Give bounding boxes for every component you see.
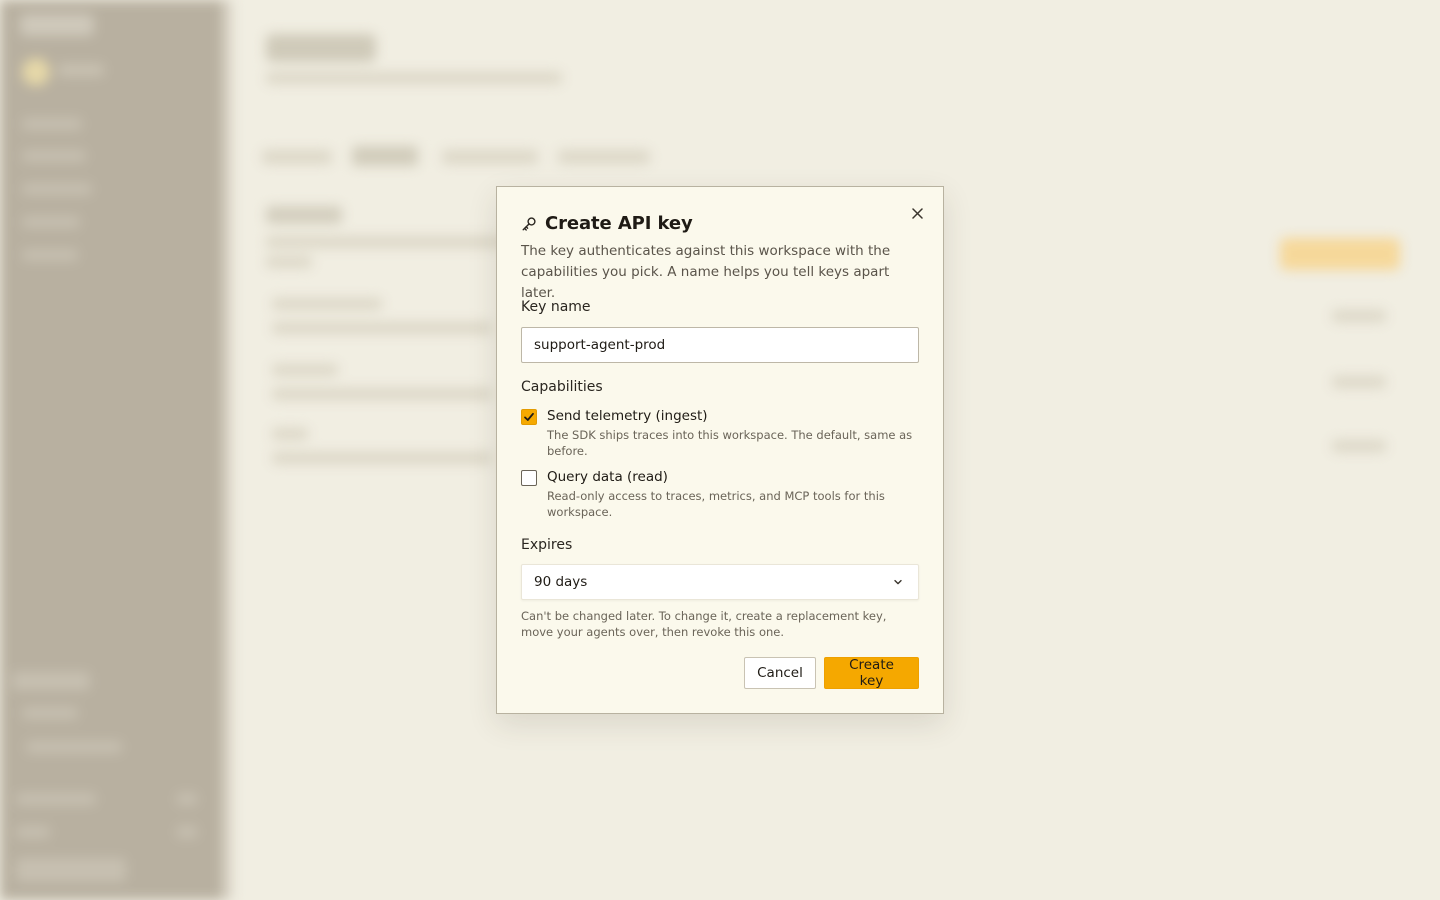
key-name-label: Key name [521, 299, 591, 315]
primary-action-placeholder [1280, 238, 1400, 270]
create-api-key-dialog: Create API key The key authenticates aga… [496, 186, 944, 714]
dialog-description: The key authenticates against this works… [521, 243, 891, 301]
page-subtitle-placeholder [266, 72, 562, 84]
capabilities-label: Capabilities [521, 379, 603, 395]
ingest-title: Send telemetry (ingest) [547, 408, 708, 424]
sidebar-item [12, 672, 90, 690]
sidebar-item [22, 249, 78, 261]
tab-placeholder [558, 150, 650, 164]
sidebar-item [22, 118, 82, 130]
expires-select[interactable]: 90 days [521, 564, 919, 600]
expires-help: Can't be changed later. To change it, cr… [521, 609, 887, 639]
sidebar [0, 0, 222, 900]
checkmark-icon [524, 412, 534, 421]
workspace-name [58, 64, 104, 76]
dialog-header: Create API key [521, 213, 693, 234]
sidebar-item [16, 793, 96, 805]
sidebar-logo [20, 14, 94, 36]
capability-ingest: Send telemetry (ingest) The SDK ships tr… [521, 407, 921, 459]
key-icon [521, 216, 537, 232]
read-title: Query data (read) [547, 469, 668, 485]
sidebar-item [22, 150, 86, 162]
row-action-placeholder [1332, 376, 1386, 388]
ingest-help: The SDK ships traces into this workspace… [547, 428, 913, 458]
table-row [272, 452, 492, 464]
page-title-placeholder [266, 34, 376, 62]
capability-read: Query data (read) Read-only access to tr… [521, 468, 921, 520]
cancel-button[interactable]: Cancel [744, 657, 816, 689]
close-button[interactable] [907, 203, 927, 223]
workspace-avatar [22, 58, 50, 86]
expires-selected-value: 90 days [534, 574, 588, 590]
tab-placeholder [262, 150, 332, 164]
table-row [272, 298, 382, 310]
expires-label: Expires [521, 537, 573, 553]
sidebar-item [26, 741, 122, 753]
sidebar-edge [222, 0, 232, 900]
table-row [272, 322, 492, 334]
sidebar-item [22, 183, 92, 195]
table-row [272, 388, 492, 400]
row-action-placeholder [1332, 310, 1386, 322]
tab-placeholder [442, 150, 538, 164]
sidebar-item [16, 826, 50, 838]
table-row [272, 428, 308, 440]
sidebar-badge [176, 826, 198, 838]
section-desc-placeholder [266, 256, 312, 268]
dialog-title: Create API key [545, 213, 693, 234]
create-key-button[interactable]: Create key [824, 657, 919, 689]
section-title-placeholder [266, 206, 342, 224]
section-desc-placeholder [266, 236, 506, 248]
table-row [272, 364, 338, 376]
sidebar-item [22, 216, 80, 228]
sidebar-item [22, 707, 78, 719]
read-help: Read-only access to traces, metrics, and… [547, 489, 885, 519]
key-name-input[interactable] [521, 327, 919, 363]
chevron-down-icon [892, 576, 904, 588]
sidebar-badge [176, 793, 198, 805]
row-action-placeholder [1332, 440, 1386, 452]
read-checkbox[interactable] [521, 470, 537, 486]
tab-placeholder-active [352, 146, 418, 166]
sidebar-user [16, 858, 126, 882]
close-icon [911, 207, 923, 219]
ingest-checkbox[interactable] [521, 409, 537, 425]
